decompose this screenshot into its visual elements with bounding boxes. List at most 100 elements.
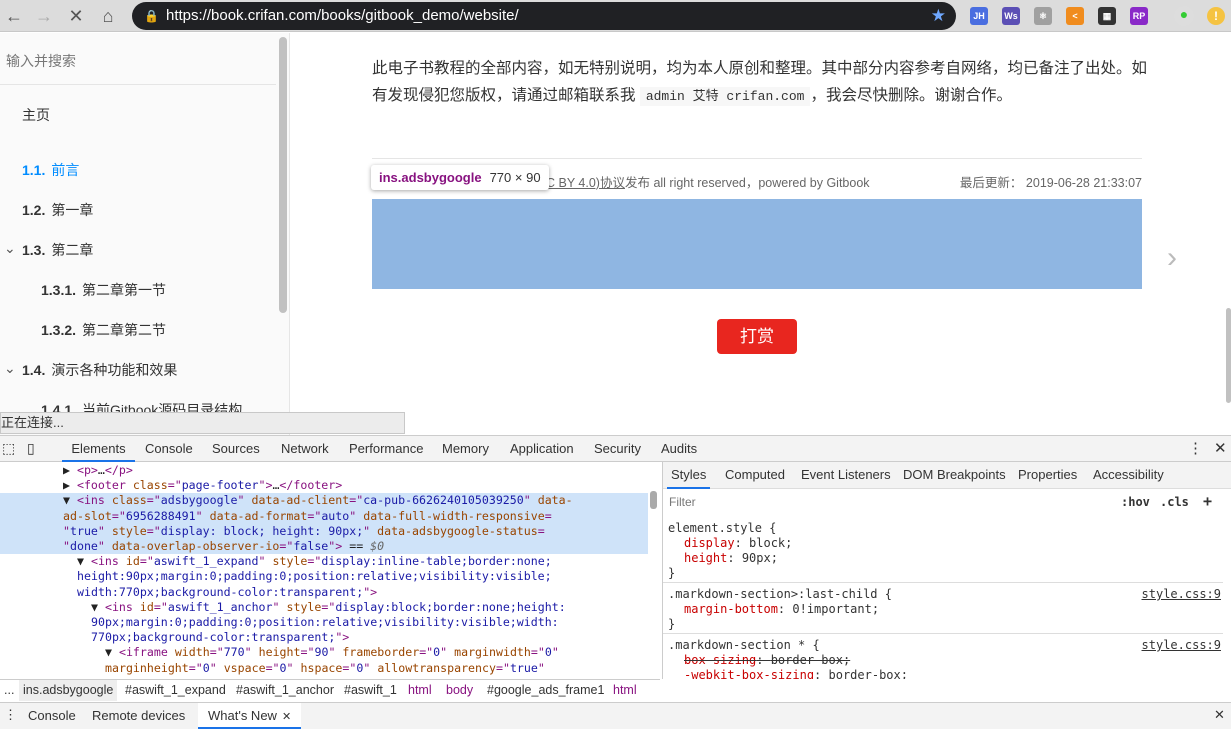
styles-tab-accessibility[interactable]: Accessibility [1093, 462, 1164, 489]
ws-icon[interactable]: Ws [1002, 7, 1020, 25]
dom-node-line[interactable]: ▼ <iframe width="770" height="90" frameb… [0, 645, 648, 660]
dom-token: " [272, 599, 287, 614]
breadcrumb-item[interactable]: html [609, 680, 641, 701]
tab-elements[interactable]: Elements [62, 436, 135, 462]
chevron-down-icon[interactable]: ⌄ [4, 360, 16, 377]
sidebar-item[interactable]: 主页 [22, 105, 50, 125]
tooltip-element-name: ins.adsbygoogle [379, 170, 482, 185]
drawer-tab-label: What's New [208, 708, 277, 723]
hover-state-button[interactable]: :hov [1121, 495, 1150, 509]
forward-button[interactable]: → [32, 4, 56, 28]
bookmark-star-icon[interactable]: ★ [931, 2, 946, 30]
styles-tab-computed[interactable]: Computed [725, 462, 785, 489]
tab-console[interactable]: Console [145, 436, 193, 462]
styles-tab-dom-breakpoints[interactable]: DOM Breakpoints [903, 462, 1006, 489]
drawer-tab[interactable]: Remote devices [92, 703, 185, 729]
new-rule-button[interactable]: + [1203, 492, 1212, 510]
css-property[interactable]: margin-bottom: 0!important; [668, 602, 1218, 617]
drawer-tab[interactable]: What's New ✕ [198, 703, 302, 729]
dom-token: … [97, 463, 105, 477]
atom-icon[interactable]: ⚛ [1034, 7, 1052, 25]
close-tab-icon[interactable]: ✕ [282, 711, 291, 723]
sidebar-item[interactable]: 1.3.2. 第二章第二节 [41, 320, 166, 340]
device-toolbar-icon[interactable]: ▯ [27, 440, 35, 457]
drawer-menu-icon[interactable]: ⋮ [4, 707, 17, 723]
tab-security[interactable]: Security [594, 436, 641, 462]
breadcrumb-item[interactable]: body [442, 680, 477, 701]
profile-avatar[interactable]: ● [1174, 6, 1194, 26]
css-source-link[interactable]: style.css:9 [1142, 587, 1221, 602]
dom-node-line[interactable]: height:90px;margin:0;padding:0;position:… [0, 569, 648, 584]
css-property[interactable]: box-sizing: border-box; [668, 653, 1218, 668]
jh-icon[interactable]: JH [970, 7, 988, 25]
breadcrumb-item[interactable]: html [404, 680, 436, 701]
dom-node-line[interactable]: width:770px;background-color:transparent… [0, 585, 648, 600]
dom-node-line[interactable]: marginheight="0" vspace="0" hspace="0" a… [0, 661, 648, 676]
home-button[interactable]: ⌂ [96, 4, 120, 28]
dom-node-line[interactable]: ▼ <ins id="aswift_1_anchor" style="displ… [0, 600, 648, 615]
sidebar-scrollbar[interactable] [279, 37, 287, 313]
tab-application[interactable]: Application [510, 436, 574, 462]
sidebar-item[interactable]: ⌄ 1.3. 第二章 [4, 240, 93, 260]
css-source-link[interactable]: style.css:9 [1142, 638, 1221, 653]
sidebar-item[interactable]: 1.2. 第一章 [22, 200, 93, 220]
reward-button[interactable]: 打赏 [717, 319, 797, 354]
css-rule[interactable]: .markdown-section * {style.css:9 box-sizi… [663, 633, 1223, 679]
dom-node-line[interactable]: ad-slot="6956288491" data-ad-format="aut… [0, 508, 648, 524]
breadcrumb-item[interactable]: ins.adsbygoogle [19, 680, 118, 701]
breadcrumb-item[interactable]: ... [0, 680, 18, 701]
share-icon[interactable]: < [1066, 7, 1084, 25]
address-bar[interactable]: 🔒 https://book.crifan.com/books/gitbook_… [132, 2, 956, 30]
more-options-icon[interactable]: ⋮ [1188, 439, 1203, 457]
dom-token: " [551, 645, 559, 660]
css-rule[interactable]: .markdown-section>:last-child {style.css… [663, 582, 1223, 636]
dom-node-line[interactable]: 770px;background-color:transparent;"> [0, 630, 648, 645]
update-alert-icon[interactable]: ! [1207, 7, 1225, 25]
elements-scrollbar[interactable] [650, 491, 657, 509]
rp-icon[interactable]: RP [1130, 7, 1148, 25]
breadcrumb-item[interactable]: #google_ads_frame1 [483, 680, 608, 701]
tab-audits[interactable]: Audits [661, 436, 697, 462]
inspect-element-icon[interactable]: ⬚ [2, 440, 15, 457]
styles-tab-styles[interactable]: Styles [667, 462, 711, 489]
search-input[interactable]: 输入并搜索 [0, 33, 276, 85]
stop-loading-button[interactable]: ✕ [64, 4, 88, 28]
chevron-down-icon[interactable]: ⌄ [4, 240, 16, 257]
breadcrumb-item[interactable]: #aswift_1_anchor [232, 680, 338, 701]
ad-highlight[interactable] [372, 199, 1142, 289]
page-scrollbar[interactable] [1226, 308, 1231, 403]
class-toggle-button[interactable]: .cls [1160, 495, 1189, 509]
dom-node-line[interactable]: 90px;margin:0;padding:0;position:relativ… [0, 615, 648, 630]
elements-tree[interactable]: ▶ <p>…</p> ▶ <footer class="page-footer">… [0, 462, 660, 679]
sidebar-item[interactable]: 1.3.1. 第二章第一节 [41, 280, 166, 300]
dom-node-line[interactable]: ▼ <ins class="adsbygoogle" data-ad-clien… [0, 493, 648, 509]
tab-sources[interactable]: Sources [212, 436, 260, 462]
css-property[interactable]: height: 90px; [668, 551, 1218, 566]
close-drawer-icon[interactable]: ✕ [1214, 707, 1225, 723]
dom-node-line[interactable]: "true" style="display: block; height: 90… [0, 523, 648, 539]
breadcrumb-item[interactable]: #aswift_1_expand [121, 680, 230, 701]
dom-node-line[interactable]: ▶ <p>…</p> [0, 463, 648, 478]
css-rule[interactable]: element.style {display: block; height: 90… [663, 517, 1223, 585]
sidebar-item[interactable]: 1.1. 前言 [22, 160, 79, 180]
tab-network[interactable]: Network [281, 436, 329, 462]
css-property[interactable]: -webkit-box-sizing: border-box; [668, 668, 1218, 679]
back-button[interactable]: ← [2, 4, 26, 28]
tab-memory[interactable]: Memory [442, 436, 489, 462]
qr-code-icon[interactable]: ▦ [1098, 7, 1116, 25]
close-devtools-icon[interactable]: ✕ [1214, 439, 1227, 457]
dom-node-line[interactable]: "done" data-overlap-observer-io="false">… [0, 539, 648, 555]
styles-tab-properties[interactable]: Properties [1018, 462, 1077, 489]
css-property[interactable]: display: block; [668, 536, 1218, 551]
license-link[interactable]: C BY 4.0)协议 [546, 176, 625, 190]
dom-node-line[interactable]: ▶ <footer class="page-footer">…</footer> [0, 478, 648, 493]
tab-performance[interactable]: Performance [349, 436, 423, 462]
breadcrumb-item[interactable]: #aswift_1 [340, 680, 401, 701]
styles-tab-event-listeners[interactable]: Event Listeners [801, 462, 891, 489]
dom-node-line[interactable]: ▼ <ins id="aswift_1_expand" style="displ… [0, 554, 648, 569]
drawer-tab[interactable]: Console [28, 703, 76, 729]
next-page-chevron-icon[interactable]: › [1167, 241, 1177, 275]
styles-filter-input[interactable]: Filter [667, 492, 1110, 512]
sidebar-item[interactable]: ⌄ 1.4. 演示各种功能和效果 [4, 360, 177, 380]
css-property-name: -webkit-box-sizing [684, 668, 815, 679]
